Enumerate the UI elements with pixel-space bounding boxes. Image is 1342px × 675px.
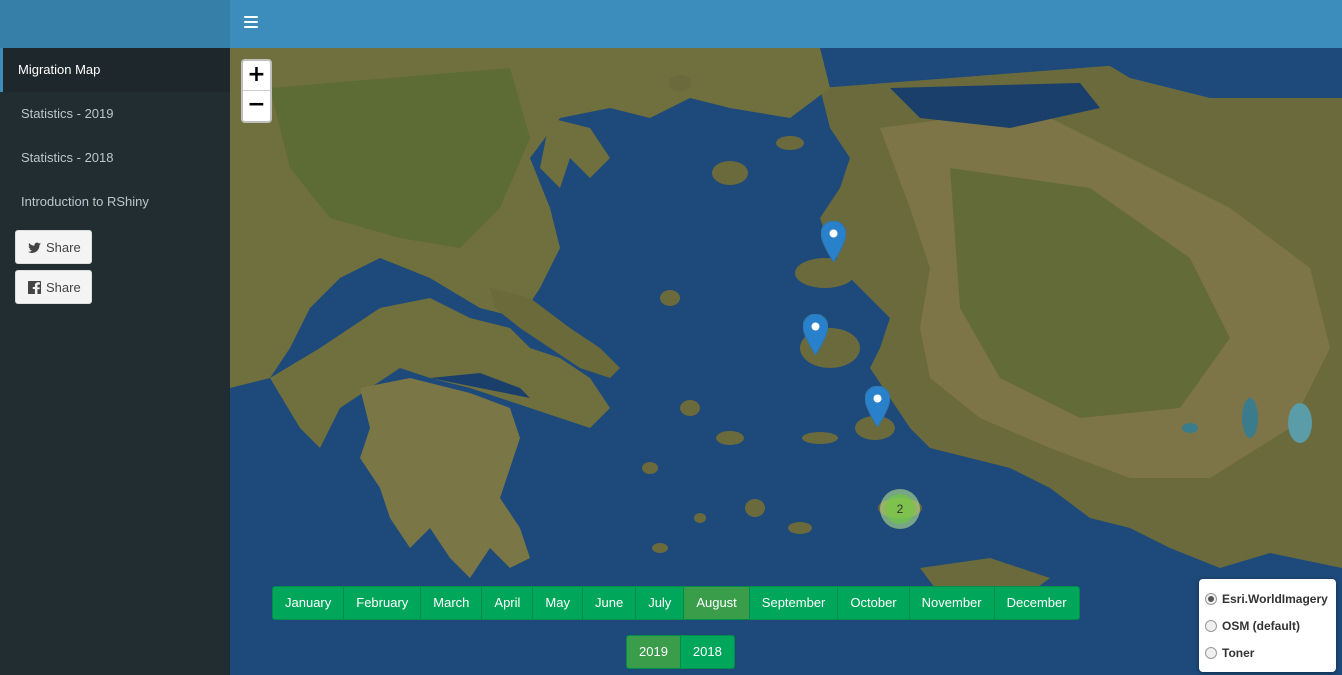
zoom-in-button[interactable]: + <box>243 61 270 91</box>
map-marker-icon[interactable] <box>865 386 890 427</box>
satellite-imagery <box>230 48 1342 675</box>
twitter-share-button[interactable]: Share <box>15 230 92 264</box>
sidebar-toggle-icon[interactable] <box>244 16 258 30</box>
year-selector: 2019 2018 <box>626 635 735 669</box>
month-button-august[interactable]: August <box>684 587 750 619</box>
layer-option-esri[interactable]: Esri.WorldImagery <box>1205 585 1330 612</box>
twitter-share-label: Share <box>46 239 81 255</box>
month-button-november[interactable]: November <box>909 587 995 619</box>
map-marker-icon[interactable] <box>803 314 828 355</box>
month-button-september[interactable]: September <box>749 587 839 619</box>
logo-area <box>0 0 230 48</box>
month-button-october[interactable]: October <box>838 587 910 619</box>
month-button-january[interactable]: January <box>273 587 345 619</box>
facebook-icon <box>28 280 41 294</box>
layer-label: Toner <box>1222 645 1255 660</box>
facebook-share-button[interactable]: Share <box>15 270 92 304</box>
month-button-july[interactable]: July <box>636 587 685 619</box>
top-navbar <box>230 0 1342 48</box>
marker-cluster[interactable]: 2 <box>880 489 920 529</box>
radio-icon[interactable] <box>1205 619 1217 632</box>
sidebar: Migration Map Statistics - 2019 Statisti… <box>0 48 230 675</box>
month-button-april[interactable]: April <box>482 587 534 619</box>
map-marker-icon[interactable] <box>821 221 846 262</box>
zoom-control: + − <box>241 59 272 123</box>
sidebar-item-statistics-2018[interactable]: Statistics - 2018 <box>0 136 230 180</box>
migration-map[interactable]: + − 2 January February March April May J… <box>230 48 1342 675</box>
year-button-2019[interactable]: 2019 <box>627 636 681 668</box>
layer-label: OSM (default) <box>1222 618 1300 633</box>
zoom-out-button[interactable]: − <box>243 91 270 121</box>
layer-option-toner[interactable]: Toner <box>1205 639 1330 666</box>
month-button-march[interactable]: March <box>421 587 483 619</box>
month-button-may[interactable]: May <box>533 587 583 619</box>
radio-checked-icon[interactable] <box>1205 592 1217 605</box>
layer-option-osm[interactable]: OSM (default) <box>1205 612 1330 639</box>
sidebar-item-migration-map[interactable]: Migration Map <box>0 48 230 92</box>
month-button-february[interactable]: February <box>344 587 422 619</box>
year-button-2018[interactable]: 2018 <box>680 636 734 668</box>
month-selector: January February March April May June Ju… <box>272 586 1080 620</box>
cluster-count: 2 <box>885 494 915 524</box>
facebook-share-label: Share <box>46 279 81 295</box>
layer-label: Esri.WorldImagery <box>1222 591 1328 606</box>
layer-control: Esri.WorldImagery OSM (default) Toner <box>1199 579 1336 672</box>
sidebar-item-statistics-2019[interactable]: Statistics - 2019 <box>0 92 230 136</box>
radio-icon[interactable] <box>1205 646 1217 659</box>
month-button-june[interactable]: June <box>582 587 637 619</box>
twitter-icon <box>28 242 41 253</box>
month-button-december[interactable]: December <box>994 587 1079 619</box>
sidebar-item-intro-rshiny[interactable]: Introduction to RShiny <box>0 180 230 224</box>
